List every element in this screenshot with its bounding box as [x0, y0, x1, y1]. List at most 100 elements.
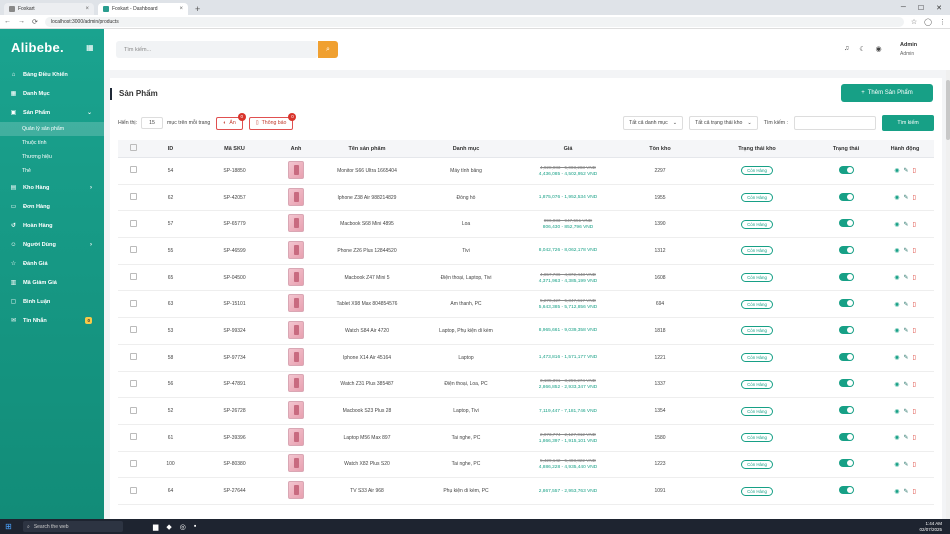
sidebar-subitem-tags[interactable]: Thẻ: [0, 164, 104, 178]
terminal-icon[interactable]: ▪: [194, 523, 196, 531]
category-filter[interactable]: Tất cả danh mục ⌄: [623, 116, 684, 130]
view-icon[interactable]: ◉: [894, 301, 899, 308]
profile-icon[interactable]: ◯: [924, 18, 932, 26]
view-icon[interactable]: ◉: [894, 461, 899, 468]
avatar[interactable]: ◉: [876, 45, 882, 53]
delete-icon[interactable]: ▯: [912, 381, 915, 388]
product-image[interactable]: [288, 214, 304, 233]
sidebar-item-messages[interactable]: ✉ Tin Nhắn 0: [0, 311, 104, 330]
edit-icon[interactable]: ✎: [903, 221, 908, 228]
sidebar-item-returns[interactable]: ↺ Hoàn Hàng: [0, 216, 104, 235]
status-toggle[interactable]: [838, 406, 854, 415]
delete-icon[interactable]: ▯: [912, 354, 915, 361]
sidebar-item-warehouse[interactable]: ▤ Kho Hàng ›: [0, 178, 104, 197]
notify-button[interactable]: ▯ Thông báo 0: [248, 112, 297, 130]
status-toggle[interactable]: [838, 245, 854, 254]
product-image[interactable]: [288, 294, 304, 313]
url-field[interactable]: localhost:3000/admin/products: [44, 16, 904, 27]
status-toggle[interactable]: [838, 165, 854, 174]
delete-icon[interactable]: ▯: [912, 301, 915, 308]
row-checkbox[interactable]: [129, 326, 137, 334]
delete-icon[interactable]: ▯: [912, 194, 915, 201]
view-icon[interactable]: ◉: [894, 434, 899, 441]
sidebar-item-products[interactable]: ▣ Sản Phẩm ⌄: [0, 103, 104, 122]
grid-menu-icon[interactable]: ▦: [86, 43, 94, 52]
sidebar-item-comments[interactable]: ▢ Bình Luận: [0, 292, 104, 311]
edit-icon[interactable]: ✎: [903, 381, 908, 388]
search-button[interactable]: ⌕: [318, 41, 338, 58]
page-size-input[interactable]: 15: [141, 117, 164, 129]
delete-icon[interactable]: ▯: [912, 327, 915, 334]
delete-icon[interactable]: ▯: [912, 434, 915, 441]
scrollbar-thumb[interactable]: [946, 80, 950, 140]
status-toggle[interactable]: [838, 299, 854, 308]
taskbar-search[interactable]: ⌕ Search the web: [23, 521, 123, 532]
edit-icon[interactable]: ✎: [903, 408, 908, 415]
close-icon[interactable]: ×: [85, 6, 89, 12]
product-image[interactable]: [288, 427, 304, 446]
edit-icon[interactable]: ✎: [903, 327, 908, 334]
browser-tab-1[interactable]: Foxkart ×: [4, 3, 94, 15]
stock-filter[interactable]: Tất cả trạng thái kho ⌄: [689, 116, 758, 130]
row-checkbox[interactable]: [129, 433, 137, 441]
row-checkbox[interactable]: [129, 166, 137, 174]
status-toggle[interactable]: [838, 272, 854, 281]
delete-icon[interactable]: ▯: [912, 274, 915, 281]
add-product-button[interactable]: + Thêm Sản Phẩm: [841, 84, 933, 102]
browser-icon[interactable]: ◎: [180, 523, 186, 531]
new-tab-icon[interactable]: +: [192, 3, 203, 15]
delete-icon[interactable]: ▯: [912, 221, 915, 228]
search-input[interactable]: Tìm kiếm...: [116, 41, 318, 58]
close-icon[interactable]: ×: [179, 6, 183, 12]
back-icon[interactable]: ←: [4, 18, 11, 25]
row-checkbox[interactable]: [129, 193, 137, 201]
browser-tab-2[interactable]: Foxkart - Dashboard ×: [98, 3, 188, 15]
sidebar-item-orders[interactable]: ▭ Đơn Hàng: [0, 197, 104, 216]
status-toggle[interactable]: [838, 432, 854, 441]
select-all-checkbox[interactable]: [129, 144, 137, 151]
sidebar-subitem-manage-products[interactable]: Quản lý sản phẩm: [0, 122, 104, 136]
product-search-button[interactable]: Tìm kiếm: [882, 115, 934, 131]
delete-icon[interactable]: ▯: [912, 461, 915, 468]
sidebar-item-categories[interactable]: ▦ Danh Mục: [0, 84, 104, 103]
row-checkbox[interactable]: [129, 273, 137, 281]
bell-icon[interactable]: ♫: [844, 45, 849, 53]
sidebar-item-reviews[interactable]: ☆ Đánh Giá: [0, 254, 104, 273]
status-toggle[interactable]: [838, 352, 854, 361]
product-image[interactable]: [288, 320, 304, 339]
sidebar-item-users[interactable]: ☺ Người Dùng ›: [0, 235, 104, 254]
sidebar-subitem-attributes[interactable]: Thuộc tính: [0, 136, 104, 150]
delete-icon[interactable]: ▯: [912, 488, 915, 495]
product-image[interactable]: [288, 267, 304, 286]
row-checkbox[interactable]: [129, 406, 137, 414]
view-icon[interactable]: ◉: [894, 327, 899, 334]
edit-icon[interactable]: ✎: [903, 301, 908, 308]
hidden-products-button[interactable]: ◐ Ẩn 0: [216, 112, 246, 130]
product-image[interactable]: [288, 187, 304, 206]
more-icon[interactable]: ⋮: [939, 18, 946, 26]
status-toggle[interactable]: [838, 219, 854, 228]
product-image[interactable]: [288, 481, 304, 500]
status-toggle[interactable]: [838, 192, 854, 201]
view-icon[interactable]: ◉: [894, 354, 899, 361]
status-toggle[interactable]: [838, 486, 854, 495]
minimize-icon[interactable]: ─: [901, 4, 906, 11]
product-image[interactable]: [288, 347, 304, 366]
window-close-icon[interactable]: ✕: [936, 4, 942, 12]
windows-start-icon[interactable]: ⊞: [5, 522, 17, 531]
row-checkbox[interactable]: [129, 353, 137, 361]
sidebar-subitem-brands[interactable]: Thương hiệu: [0, 150, 104, 164]
user-menu[interactable]: Admin Admin: [900, 41, 917, 59]
vscode-icon[interactable]: ◆: [166, 523, 171, 531]
product-image[interactable]: [288, 240, 304, 259]
edit-icon[interactable]: ✎: [903, 461, 908, 468]
view-icon[interactable]: ◉: [894, 381, 899, 388]
edit-icon[interactable]: ✎: [903, 167, 908, 174]
view-icon[interactable]: ◉: [894, 408, 899, 415]
sidebar-item-coupons[interactable]: ▥ Mã Giảm Giá: [0, 273, 104, 292]
row-checkbox[interactable]: [129, 246, 137, 254]
brand[interactable]: Alibebe. ▦: [0, 29, 104, 65]
edit-icon[interactable]: ✎: [903, 274, 908, 281]
view-icon[interactable]: ◉: [894, 274, 899, 281]
edit-icon[interactable]: ✎: [903, 488, 908, 495]
